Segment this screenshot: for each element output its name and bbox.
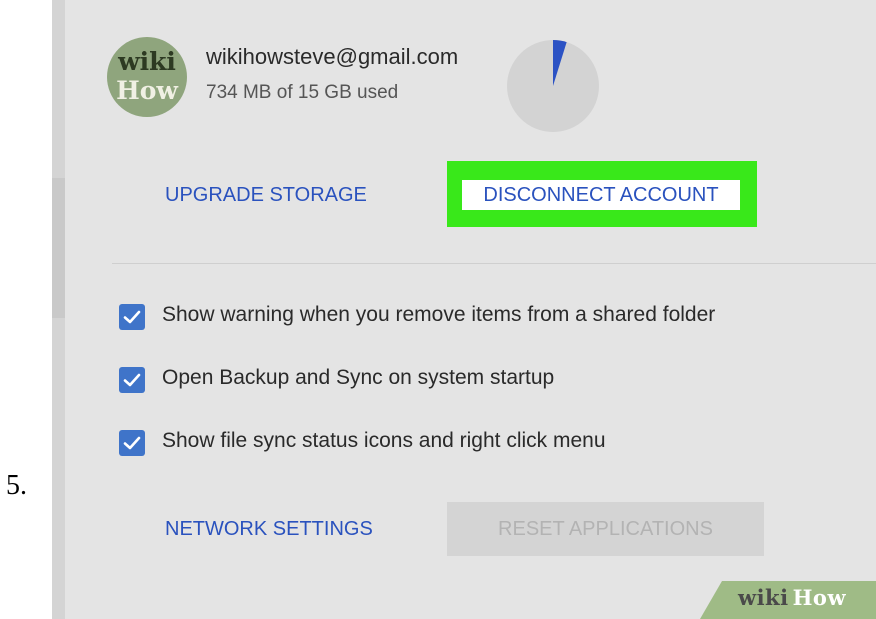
network-settings-link[interactable]: NETWORK SETTINGS (165, 518, 373, 541)
account-email: wikihowsteve@gmail.com (206, 44, 459, 69)
step-number: 5. (6, 470, 27, 501)
storage-usage-pie (507, 40, 599, 132)
avatar-logo-text-bottom: How (116, 76, 178, 105)
watermark-text-how: How (792, 585, 847, 610)
watermark-text-wiki: wiki (738, 585, 789, 610)
option-label: Show warning when you remove items from … (162, 303, 716, 326)
avatar: wiki How (107, 37, 187, 117)
checkbox-checked-icon[interactable] (119, 430, 145, 456)
option-label: Show file sync status icons and right cl… (162, 429, 606, 452)
checkbox-checked-icon[interactable] (119, 304, 145, 330)
avatar-logo-text-top: wiki (118, 47, 176, 76)
scrollbar-thumb[interactable] (52, 178, 65, 318)
reset-applications-button[interactable]: RESET APPLICATIONS (447, 502, 764, 556)
upgrade-storage-link[interactable]: UPGRADE STORAGE (165, 184, 367, 207)
wikihow-watermark: wiki How (738, 585, 846, 610)
section-divider (112, 263, 876, 264)
storage-usage-text: 734 MB of 15 GB used (206, 82, 399, 103)
checkbox-checked-icon[interactable] (119, 367, 145, 393)
disconnect-account-button[interactable]: DISCONNECT ACCOUNT (462, 180, 740, 210)
option-label: Open Backup and Sync on system startup (162, 366, 555, 389)
